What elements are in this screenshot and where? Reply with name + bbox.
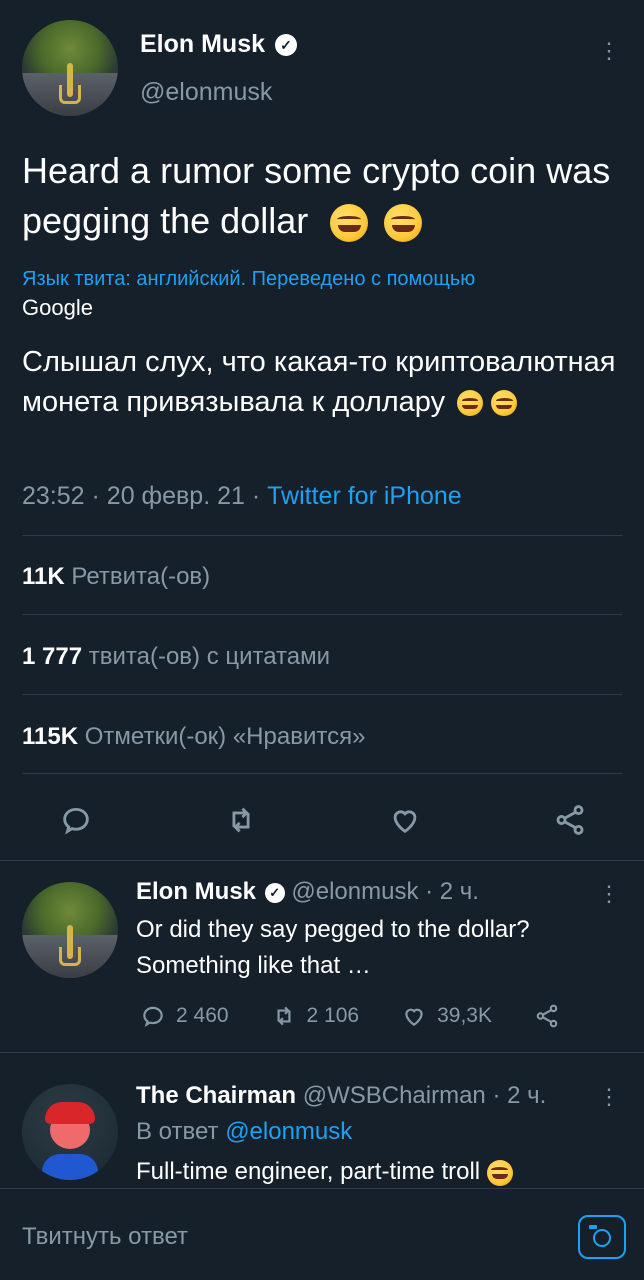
- reply-avatar[interactable]: [22, 1084, 118, 1180]
- reply-author-name[interactable]: Elon Musk: [136, 878, 256, 905]
- reply-time: 2 ч.: [439, 878, 479, 905]
- reply-reply-action[interactable]: 2 460: [140, 1003, 229, 1029]
- fork-head-art: [59, 947, 81, 967]
- translation-note[interactable]: Язык твита: английский. Переведено с пом…: [22, 268, 622, 291]
- rofl-emoji-icon: [491, 390, 518, 417]
- dot-separator: ·: [492, 1082, 508, 1109]
- rofl-emoji-icon: [457, 390, 484, 417]
- reply-header: Elon Musk ✓ @elonmusk · 2 ч.: [136, 878, 576, 906]
- reply-composer-input[interactable]: Твитнуть ответ: [22, 1223, 188, 1251]
- share-icon: [556, 805, 584, 835]
- retweet-icon: [277, 1006, 291, 1026]
- reply-to-handle[interactable]: @elonmusk: [225, 1118, 352, 1145]
- share-icon: [536, 1004, 558, 1028]
- verified-badge-icon: ✓: [275, 33, 298, 56]
- heart-icon: [405, 1008, 423, 1026]
- divider: [22, 535, 622, 536]
- dot-separator: ·: [251, 482, 268, 510]
- dot-separator: ·: [425, 878, 440, 905]
- stat-label: Ретвита(-ов): [71, 563, 211, 590]
- stat-label: твита(-ов) с цитатами: [88, 643, 331, 670]
- tweet-source[interactable]: Twitter for iPhone: [267, 482, 462, 510]
- divider: [22, 614, 622, 615]
- reply-header: The Chairman @WSBChairman · 2 ч.: [136, 1082, 576, 1110]
- author-row: Elon Musk ✓: [140, 30, 298, 59]
- like-count: 39,3K: [437, 1004, 492, 1027]
- reply-avatar[interactable]: [22, 882, 118, 978]
- fork-head-art: [59, 85, 81, 105]
- dot-separator: ·: [91, 482, 107, 510]
- rofl-emoji-icon: [330, 204, 369, 243]
- tweet-text-content: Heard a rumor some crypto coin was peggi…: [22, 150, 611, 241]
- retweet-button[interactable]: [223, 802, 259, 838]
- stat-count: 115K: [22, 723, 79, 750]
- rofl-emoji-icon: [384, 204, 423, 243]
- retweet-icon: [232, 807, 250, 833]
- more-vertical-icon[interactable]: ⋮: [598, 883, 620, 905]
- reply-icon: [143, 1006, 163, 1028]
- section-divider: [0, 860, 644, 861]
- stat-likes[interactable]: 115K Отметки(-ок) «Нравится»: [22, 723, 365, 751]
- reply-button[interactable]: [58, 802, 94, 838]
- reply-text: Full-time engineer, part-time troll: [136, 1154, 606, 1190]
- reply-share-action[interactable]: [534, 1003, 560, 1029]
- like-button[interactable]: [387, 802, 423, 838]
- laughing-emoji-icon: [486, 1159, 513, 1186]
- reply-to-line: В ответ @elonmusk: [136, 1118, 352, 1146]
- translation-provider-logo: Google: [22, 295, 93, 320]
- reply-icon: [63, 807, 89, 835]
- camera-icon: [589, 1225, 611, 1247]
- stat-label: Отметки(-ок) «Нравится»: [84, 723, 366, 750]
- avatar[interactable]: [22, 20, 118, 116]
- tweet-text: Heard a rumor some crypto coin was peggi…: [22, 146, 622, 246]
- divider: [22, 773, 622, 774]
- avatar-cap-art: [45, 1101, 95, 1124]
- reply-like-action[interactable]: 39,3K: [401, 1003, 492, 1029]
- translated-text-content: Слышал слух, что какая-то криптовалютная…: [22, 346, 616, 418]
- stat-retweets[interactable]: 11K Ретвита(-ов): [22, 563, 210, 591]
- avatar-body-art: [42, 1154, 98, 1180]
- stat-quote-tweets[interactable]: 1 777 твита(-ов) с цитатами: [22, 643, 330, 671]
- stat-count: 11K: [22, 563, 65, 590]
- reply-author-handle[interactable]: @elonmusk: [291, 878, 418, 905]
- reply-author-handle[interactable]: @WSBChairman: [303, 1082, 486, 1109]
- section-divider: [0, 1052, 644, 1053]
- translated-text: Слышал слух, что какая-то криптовалютная…: [22, 342, 622, 422]
- tweet-meta: 23:52 · 20 февр. 21 · Twitter for iPhone: [22, 482, 462, 511]
- share-button[interactable]: [552, 802, 588, 838]
- reply-author-name[interactable]: The Chairman: [136, 1082, 296, 1109]
- retweet-count: 2 106: [306, 1004, 360, 1027]
- verified-badge-icon: ✓: [264, 882, 285, 903]
- reply-action-bar: 2 460 2 106 39,3K: [140, 1000, 560, 1032]
- main-action-bar: [58, 798, 588, 842]
- author-name[interactable]: Elon Musk: [140, 30, 265, 59]
- reply-retweet-action[interactable]: 2 106: [271, 1003, 360, 1029]
- tweet-time: 23:52: [22, 482, 85, 510]
- divider: [22, 694, 622, 695]
- tweet-date: 20 февр. 21: [106, 482, 245, 510]
- reply-time: 2 ч.: [507, 1082, 547, 1109]
- camera-button[interactable]: [578, 1215, 626, 1259]
- more-vertical-icon[interactable]: ⋮: [598, 40, 620, 62]
- reply-to-prefix: В ответ: [136, 1118, 219, 1145]
- reply-text: Or did they say pegged to the dollar? So…: [136, 916, 530, 979]
- reply-count: 2 460: [176, 1004, 229, 1027]
- composer-bar: Твитнуть ответ: [0, 1189, 644, 1280]
- heart-icon: [393, 810, 417, 834]
- author-handle[interactable]: @elonmusk: [140, 78, 272, 107]
- stat-count: 1 777: [22, 643, 83, 670]
- reply-text-content: Full-time engineer, part-time troll: [136, 1158, 481, 1185]
- more-vertical-icon[interactable]: ⋮: [598, 1086, 620, 1108]
